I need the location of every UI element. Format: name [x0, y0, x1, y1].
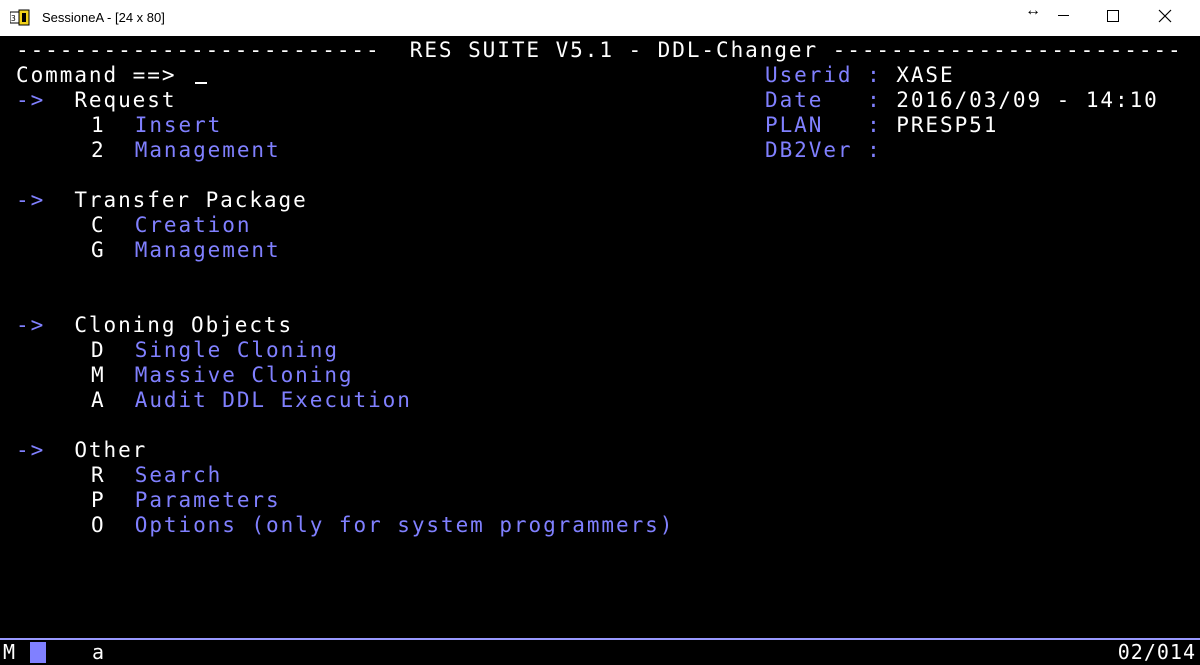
option-label: Audit DDL Execution	[134, 388, 412, 412]
option-label: Management	[134, 238, 281, 262]
operator-info-area: M a 02/014	[0, 640, 1200, 665]
terminal-screen[interactable]: ------------------------- RES SUITE V5.1…	[0, 36, 1200, 638]
menu-option-audit-ddl[interactable]: A Audit DDL Execution	[91, 388, 412, 413]
plan-label: PLAN :	[765, 113, 882, 137]
option-label: Management	[134, 138, 281, 162]
info-plan: PLAN : PRESP51	[765, 113, 998, 138]
option-key: D	[91, 338, 106, 362]
menu-option-insert[interactable]: 1 Insert	[91, 113, 222, 138]
window-title: SessioneA - [24 x 80]	[42, 10, 165, 25]
option-key: O	[91, 513, 106, 537]
section-title: Cloning Objects	[74, 313, 294, 337]
option-label: Single Cloning	[134, 338, 339, 362]
section-transfer-heading: -> Transfer Package	[16, 188, 308, 213]
section-title: Request	[74, 88, 177, 112]
option-label: Massive Cloning	[134, 363, 354, 387]
date-label: Date :	[765, 88, 882, 112]
section-cloning-heading: -> Cloning Objects	[16, 313, 293, 338]
menu-option-massive-cloning[interactable]: M Massive Cloning	[91, 363, 354, 388]
menu-option-parameters[interactable]: P Parameters	[91, 488, 281, 513]
option-key: G	[91, 238, 106, 262]
status-mode: M	[3, 640, 16, 664]
maximize-button[interactable]	[1086, 0, 1140, 32]
info-date: Date : 2016/03/09 - 14:10	[765, 88, 1159, 113]
option-label: Options (only for system programmers)	[134, 513, 675, 537]
option-key: A	[91, 388, 106, 412]
status-indicator-block	[30, 642, 46, 663]
status-char: a	[92, 640, 105, 664]
info-userid: Userid : XASE	[765, 63, 955, 88]
terminal-emulator-icon: 3	[10, 9, 30, 26]
arrow-icon: ->	[16, 88, 46, 112]
option-label: Creation	[134, 213, 252, 237]
arrow-icon: ->	[16, 188, 46, 212]
option-key: C	[91, 213, 106, 237]
section-request-heading: -> Request	[16, 88, 176, 113]
plan-value: PRESP51	[896, 113, 999, 137]
arrow-icon: ->	[16, 313, 46, 337]
option-label: Search	[134, 463, 223, 487]
info-db2ver: DB2Ver :	[765, 138, 896, 163]
option-label: Insert	[134, 113, 223, 137]
userid-label: Userid :	[765, 63, 882, 87]
option-key: P	[91, 488, 106, 512]
menu-option-creation[interactable]: C Creation	[91, 213, 251, 238]
close-button[interactable]	[1140, 0, 1190, 32]
db2ver-label: DB2Ver :	[765, 138, 882, 162]
minimize-button[interactable]	[1040, 0, 1086, 32]
minimize-icon	[1057, 15, 1069, 17]
option-key: 1	[91, 113, 106, 137]
option-key: 2	[91, 138, 106, 162]
arrow-icon: ->	[16, 438, 46, 462]
option-key: R	[91, 463, 106, 487]
menu-option-options[interactable]: O Options (only for system programmers)	[91, 513, 674, 538]
menu-option-single-cloning[interactable]: D Single Cloning	[91, 338, 339, 363]
close-icon	[1158, 9, 1172, 23]
text-cursor	[195, 82, 208, 84]
section-other-heading: -> Other	[16, 438, 147, 463]
menu-option-search[interactable]: R Search	[91, 463, 222, 488]
option-label: Parameters	[134, 488, 281, 512]
svg-text:3: 3	[11, 14, 16, 23]
panel-header: ------------------------- RES SUITE V5.1…	[16, 38, 1183, 62]
command-label: Command ==>	[16, 63, 177, 87]
userid-value: XASE	[896, 63, 955, 87]
section-title: Transfer Package	[74, 188, 308, 212]
date-value: 2016/03/09 - 14:10	[896, 88, 1159, 112]
menu-option-request-management[interactable]: 2 Management	[91, 138, 281, 163]
option-key: M	[91, 363, 106, 387]
window-titlebar[interactable]: 3 SessioneA - [24 x 80] ↔	[0, 0, 1200, 36]
section-title: Other	[74, 438, 148, 462]
maximize-icon	[1107, 9, 1119, 22]
command-line: Command ==>	[16, 63, 208, 88]
menu-option-package-management[interactable]: G Management	[91, 238, 281, 263]
cursor-position: 02/014	[1117, 640, 1196, 664]
